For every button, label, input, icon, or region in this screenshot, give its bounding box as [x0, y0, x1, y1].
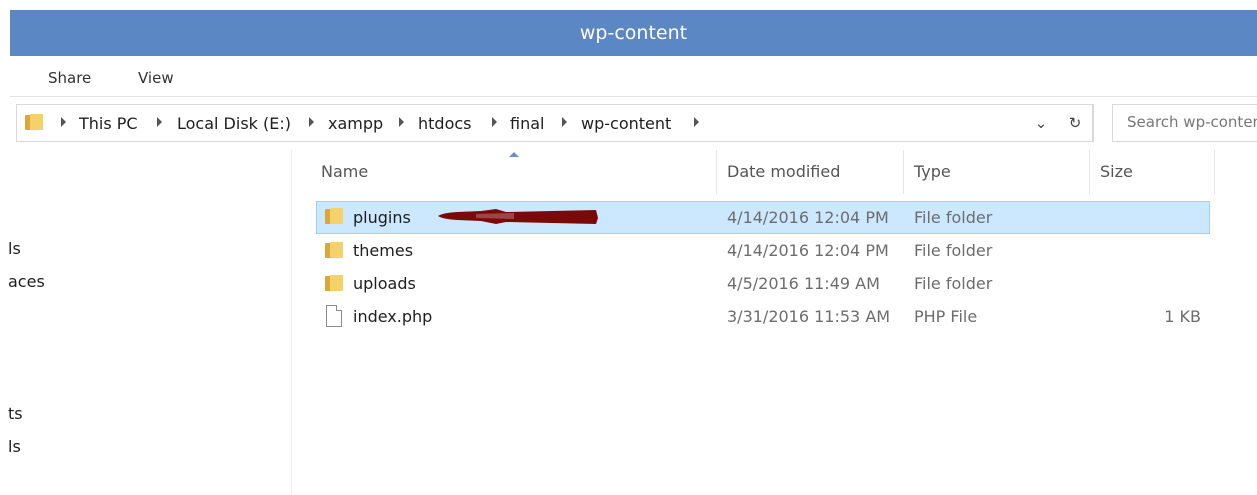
breadcrumb-separator[interactable]: [157, 117, 162, 127]
file-name: uploads: [353, 274, 416, 293]
file-name: plugins: [353, 208, 411, 227]
breadcrumb-this-pc[interactable]: This PC: [79, 114, 138, 133]
window-title: wp-content: [579, 22, 688, 44]
column-divider[interactable]: [1089, 150, 1090, 194]
breadcrumb-final[interactable]: final: [510, 114, 544, 133]
file-name: index.php: [353, 307, 433, 326]
nav-item[interactable]: aces: [8, 272, 45, 291]
column-header-name[interactable]: Name: [321, 162, 368, 181]
column-divider[interactable]: [1214, 150, 1215, 194]
folder-icon: [25, 114, 43, 130]
file-size: 1 KB: [1164, 307, 1201, 326]
folder-icon: [325, 275, 343, 291]
breadcrumb-local-disk[interactable]: Local Disk (E:): [177, 114, 291, 133]
breadcrumb-separator[interactable]: [61, 117, 66, 127]
file-date: 4/14/2016 12:04 PM: [727, 208, 889, 227]
column-divider[interactable]: [903, 150, 904, 194]
breadcrumb-separator[interactable]: [399, 117, 404, 127]
file-date: 4/14/2016 12:04 PM: [727, 241, 889, 260]
file-date: 3/31/2016 11:53 AM: [727, 307, 891, 326]
file-row[interactable]: themes 4/14/2016 12:04 PM File folder: [316, 235, 1208, 266]
breadcrumb-htdocs[interactable]: htdocs: [418, 114, 472, 133]
sort-ascending-icon: [509, 152, 519, 157]
column-header-type[interactable]: Type: [914, 162, 951, 181]
address-bar[interactable]: This PC Local Disk (E:) xampp htdocs fin…: [16, 104, 1094, 142]
refresh-icon: ↻: [1068, 114, 1082, 132]
file-name: themes: [353, 241, 414, 260]
nav-item[interactable]: ls: [8, 239, 21, 258]
file-type: File folder: [914, 274, 993, 293]
file-icon: [326, 305, 342, 327]
search-input[interactable]: [1113, 105, 1257, 139]
breadcrumb-separator[interactable]: [492, 117, 497, 127]
column-header-size[interactable]: Size: [1100, 162, 1133, 181]
history-dropdown-button[interactable]: ⌄: [1024, 104, 1058, 142]
breadcrumb-separator[interactable]: [694, 117, 699, 127]
folder-icon: [325, 208, 343, 224]
refresh-button[interactable]: ↻: [1058, 104, 1093, 142]
folder-icon: [325, 242, 343, 258]
chevron-down-icon: ⌄: [1034, 114, 1048, 132]
breadcrumb-xampp[interactable]: xampp: [328, 114, 383, 133]
ribbon: Share View: [10, 56, 1257, 97]
search-box[interactable]: [1112, 104, 1257, 142]
tab-view[interactable]: View: [138, 69, 174, 87]
navigation-pane: ls aces ts ls: [0, 150, 292, 495]
annotation-arrow: [438, 209, 598, 224]
breadcrumb-separator[interactable]: [309, 117, 314, 127]
column-divider[interactable]: [716, 150, 717, 194]
column-header-date-modified[interactable]: Date modified: [727, 162, 840, 181]
file-type: File folder: [914, 241, 993, 260]
file-type: PHP File: [914, 307, 978, 326]
file-type: File folder: [914, 208, 993, 227]
breadcrumb-separator[interactable]: [562, 117, 567, 127]
file-date: 4/5/2016 11:49 AM: [727, 274, 880, 293]
title-bar: wp-content: [10, 10, 1257, 56]
file-row[interactable]: index.php 3/31/2016 11:53 AM PHP File 1 …: [316, 301, 1208, 332]
file-row[interactable]: uploads 4/5/2016 11:49 AM File folder: [316, 268, 1208, 299]
breadcrumb-wp-content[interactable]: wp-content: [581, 114, 671, 133]
nav-item[interactable]: ts: [8, 404, 23, 423]
tab-share[interactable]: Share: [48, 69, 91, 87]
nav-item[interactable]: ls: [8, 437, 21, 456]
